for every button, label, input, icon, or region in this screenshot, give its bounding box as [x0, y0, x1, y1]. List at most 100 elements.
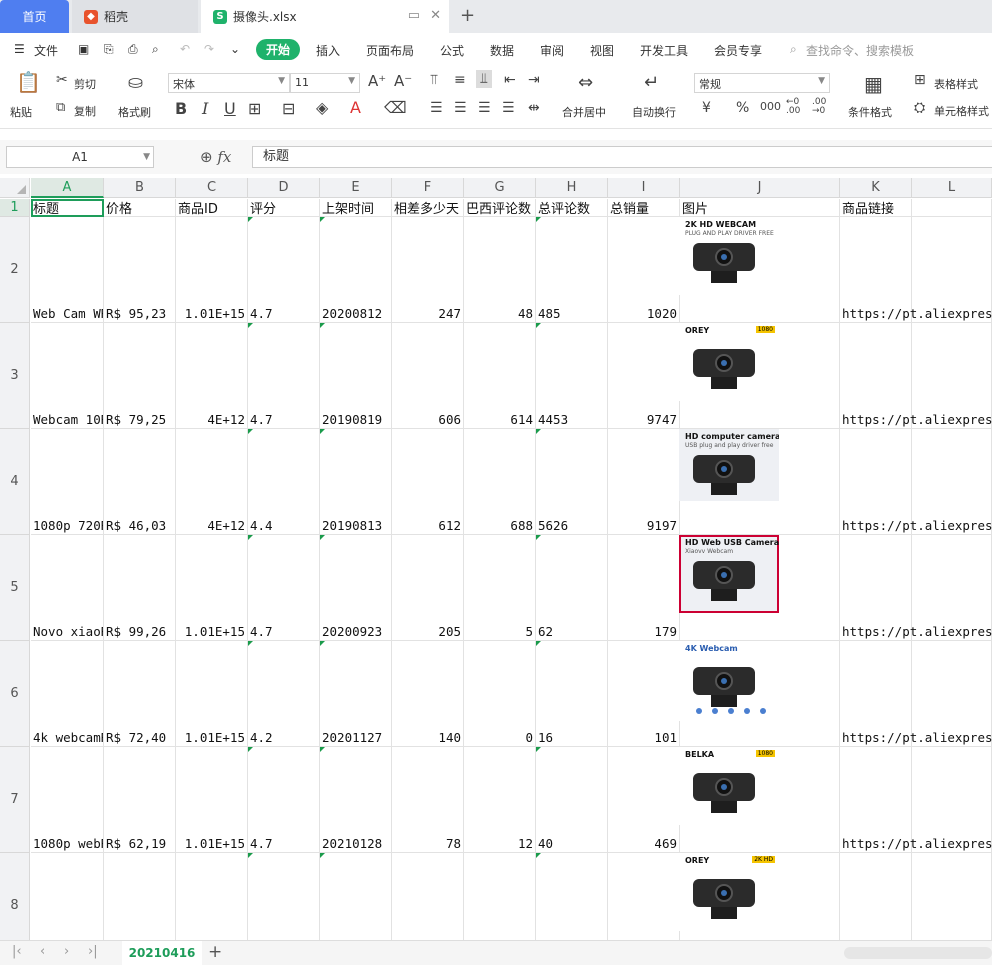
indent-decrease-icon[interactable]: ⇤ [504, 72, 516, 88]
column-header-a[interactable]: A [31, 178, 104, 198]
header-cell[interactable]: 商品ID [176, 199, 248, 217]
eraser-icon[interactable]: ⌫ [384, 98, 407, 117]
window-float-icon[interactable]: ▭ [408, 8, 420, 23]
column-header-e[interactable]: E [320, 178, 392, 198]
cell[interactable]: 62 [536, 535, 608, 641]
cell[interactable]: 614 [464, 323, 536, 429]
align-top-icon[interactable]: ⫪ [430, 72, 438, 88]
column-header-f[interactable]: F [392, 178, 464, 198]
row-header-3[interactable]: 3 [0, 323, 30, 429]
cell[interactable]: Web Cam WR [31, 217, 104, 323]
cell[interactable]: 1.01E+15 [176, 535, 248, 641]
scissors-icon[interactable]: ✂ [56, 72, 68, 88]
justify-icon[interactable]: ☰ [502, 100, 515, 116]
formula-input[interactable]: 标题 [252, 146, 992, 168]
product-image[interactable]: OREY 1080 [679, 323, 779, 401]
font-color-icon[interactable]: A [350, 98, 361, 117]
cell[interactable]: R$ 72,40 [104, 641, 176, 747]
cell[interactable]: 48 [464, 217, 536, 323]
menu-layout[interactable]: 页面布局 [366, 42, 414, 59]
cell[interactable]: 205 [392, 535, 464, 641]
distribute-icon[interactable]: ⇹ [528, 100, 540, 116]
product-image[interactable]: HD computer camera USB plug and play driv… [679, 429, 779, 501]
row-header-7[interactable]: 7 [0, 747, 30, 853]
cell[interactable]: R$ 62,19 [104, 747, 176, 853]
last-sheet-icon[interactable]: ›| [88, 944, 98, 959]
print-icon[interactable]: ⎙ [128, 42, 138, 57]
wrap-text-button[interactable]: 自动换行 [632, 104, 676, 120]
export-icon[interactable]: ⎘ [104, 42, 114, 57]
zoom-icon[interactable]: ⊕ [200, 148, 213, 166]
horizontal-scrollbar[interactable] [844, 947, 992, 959]
cell[interactable] [392, 853, 464, 940]
column-header-b[interactable]: B [104, 178, 176, 198]
row-header-4[interactable]: 4 [0, 429, 30, 535]
cell[interactable] [912, 853, 992, 940]
align-bottom-icon[interactable]: ⫫ [476, 70, 492, 88]
increase-font-icon[interactable]: A⁺ [368, 72, 386, 90]
cell[interactable]: 20200812 [320, 217, 392, 323]
percent-icon[interactable]: % [736, 100, 749, 116]
column-header-i[interactable]: I [608, 178, 680, 198]
menu-review[interactable]: 审阅 [540, 42, 564, 59]
table-style-button[interactable]: 表格样式 [934, 76, 978, 92]
decrease-font-icon[interactable]: A⁻ [394, 72, 412, 90]
add-sheet-button[interactable]: + [208, 942, 222, 962]
cell[interactable]: 4.2 [248, 641, 320, 747]
wrap-icon[interactable]: ↵ [644, 72, 659, 93]
command-search[interactable]: 查找命令、搜索模板 [806, 42, 914, 59]
cell[interactable] [248, 853, 320, 940]
product-image[interactable]: 4K Webcam [679, 641, 779, 721]
cell[interactable]: 4.4 [248, 429, 320, 535]
conditional-format-button[interactable]: 条件格式 [848, 104, 892, 120]
align-middle-icon[interactable]: ≡ [454, 72, 466, 88]
merge-border-icon[interactable]: ⊟ [282, 99, 295, 118]
cell[interactable]: 20190813 [320, 429, 392, 535]
merge-center-button[interactable]: 合并居中 [562, 104, 606, 120]
preview-icon[interactable]: ⌕ [152, 42, 159, 57]
tab-home[interactable]: 首页 [0, 0, 69, 33]
cell[interactable]: Novo xiaoR [31, 535, 104, 641]
cell[interactable]: https://pt.aliexpress [840, 747, 992, 853]
cell-style-button[interactable]: 单元格样式 [934, 103, 989, 119]
spreadsheet-grid[interactable]: A B C D E F G H I J K L 1 2 3 4 5 6 7 8 标题 价格 商品ID 评分 上架时间 相差多少天巴… [0, 178, 992, 940]
header-cell[interactable]: 相差多少天 [392, 199, 464, 217]
cell[interactable]: 20200923 [320, 535, 392, 641]
menu-start[interactable]: 开始 [256, 39, 301, 60]
first-sheet-icon[interactable]: |‹ [12, 944, 22, 959]
cell[interactable]: 20190819 [320, 323, 392, 429]
header-cell[interactable]: 上架时间 [320, 199, 392, 217]
next-sheet-icon[interactable]: › [64, 944, 69, 959]
header-cell[interactable]: 总评论数 [536, 199, 608, 217]
menu-formula[interactable]: 公式 [440, 42, 464, 59]
tab-file[interactable]: S 摄像头.xlsx ▭ ✕ [201, 0, 449, 33]
menu-member[interactable]: 会员专享 [714, 42, 762, 59]
select-all-corner[interactable] [0, 178, 30, 198]
border-icon[interactable]: ⊞ [248, 99, 261, 118]
tab-daoke[interactable]: ◆ 稻壳 [72, 0, 198, 33]
increase-decimal-icon[interactable]: ←0.00 [786, 98, 800, 116]
cell[interactable] [840, 853, 912, 940]
cell-style-icon[interactable]: ⛭ [914, 100, 925, 116]
font-size-select[interactable]: 11 ▼ [290, 73, 360, 93]
row-header-1[interactable]: 1 [0, 199, 30, 217]
cell[interactable]: 606 [392, 323, 464, 429]
cell[interactable] [608, 853, 680, 940]
cell[interactable] [320, 853, 392, 940]
header-cell[interactable]: 标题 [31, 199, 104, 217]
cell[interactable]: R$ 46,03 [104, 429, 176, 535]
cell[interactable]: https://pt.aliexpress [840, 535, 992, 641]
name-box[interactable]: A1 ▼ [6, 146, 154, 168]
indent-increase-icon[interactable]: ⇥ [528, 72, 540, 88]
sheet-tab[interactable]: 20210416 [122, 941, 202, 965]
product-image[interactable]: OREY 2K HD [679, 853, 779, 931]
cell[interactable]: 12 [464, 747, 536, 853]
menu-dev[interactable]: 开发工具 [640, 42, 688, 59]
cell[interactable]: R$ 99,26 [104, 535, 176, 641]
cut-button[interactable]: 剪切 [74, 76, 96, 92]
cell[interactable]: 9197 [608, 429, 680, 535]
cell[interactable]: 612 [392, 429, 464, 535]
cell[interactable]: 1080p 720R [31, 429, 104, 535]
menu-insert[interactable]: 插入 [316, 42, 340, 59]
cell[interactable]: 1.01E+15 [176, 641, 248, 747]
